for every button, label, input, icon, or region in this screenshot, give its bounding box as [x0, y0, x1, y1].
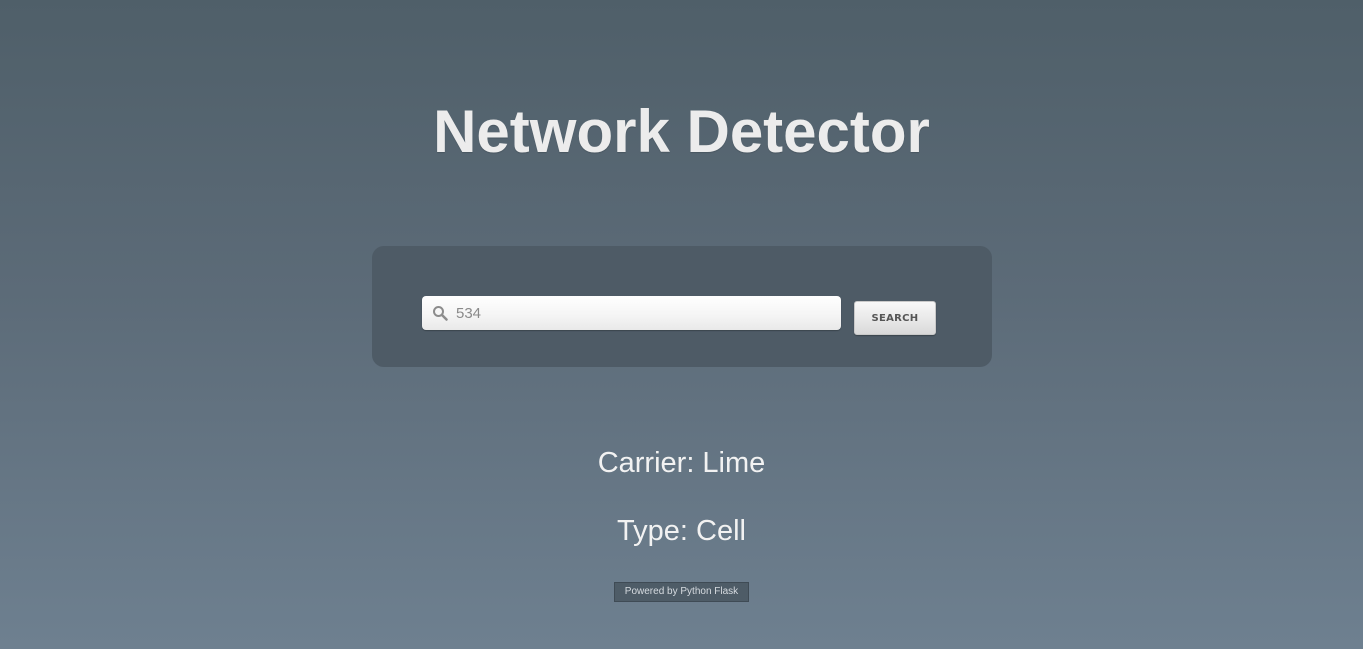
page-title: Network Detector [433, 98, 930, 165]
search-panel: SEARCH [372, 246, 992, 367]
powered-by-badge: Powered by Python Flask [614, 582, 749, 602]
search-input[interactable] [456, 296, 826, 330]
search-icon [432, 305, 448, 321]
search-field[interactable] [422, 296, 841, 330]
search-button[interactable]: SEARCH [854, 301, 936, 335]
carrier-result: Carrier: Lime [597, 447, 766, 479]
type-result: Type: Cell [617, 515, 746, 547]
